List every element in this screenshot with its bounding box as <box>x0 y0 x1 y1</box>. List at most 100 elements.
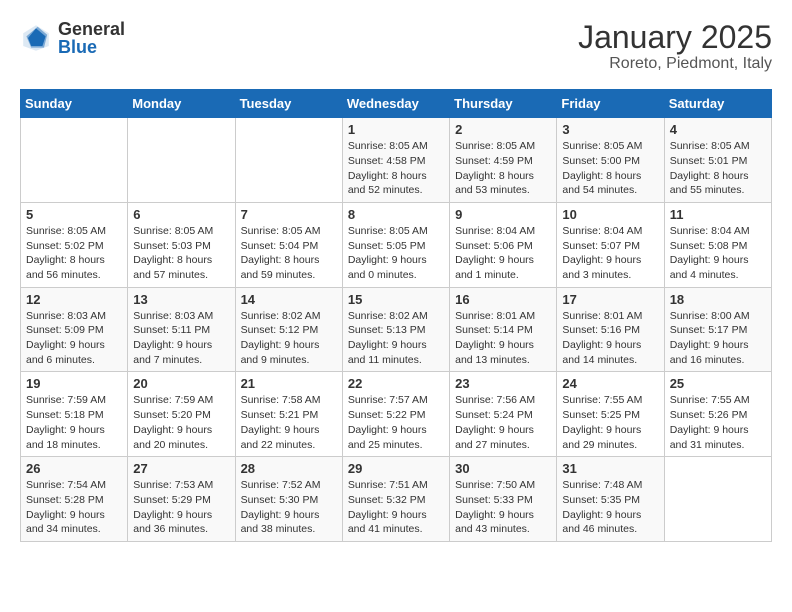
day-number: 31 <box>562 461 658 476</box>
day-info: Sunrise: 8:04 AM Sunset: 5:06 PM Dayligh… <box>455 224 551 283</box>
day-info: Sunrise: 7:58 AM Sunset: 5:21 PM Dayligh… <box>241 393 337 452</box>
day-number: 22 <box>348 376 444 391</box>
day-number: 27 <box>133 461 229 476</box>
logo-blue: Blue <box>58 38 125 56</box>
calendar-cell: 13 Sunrise: 8:03 AM Sunset: 5:11 PM Dayli… <box>128 287 235 372</box>
day-number: 5 <box>26 207 122 222</box>
calendar-cell: 1Sunrise: 8:05 AM Sunset: 4:58 PM Daylig… <box>342 118 449 203</box>
day-number: 7 <box>241 207 337 222</box>
calendar-cell: 15 Sunrise: 8:02 AM Sunset: 5:13 PM Dayli… <box>342 287 449 372</box>
day-number: 26 <box>26 461 122 476</box>
day-info: Sunrise: 8:01 AM Sunset: 5:14 PM Dayligh… <box>455 309 551 368</box>
day-info: Sunrise: 7:51 AM Sunset: 5:32 PM Dayligh… <box>348 478 444 537</box>
calendar-table: SundayMondayTuesdayWednesdayThursdayFrid… <box>20 89 772 542</box>
weekday-header-wednesday: Wednesday <box>342 90 449 118</box>
day-number: 17 <box>562 292 658 307</box>
day-info: Sunrise: 8:02 AM Sunset: 5:13 PM Dayligh… <box>348 309 444 368</box>
title-block: January 2025 Roreto, Piedmont, Italy <box>578 20 772 73</box>
weekday-header-thursday: Thursday <box>450 90 557 118</box>
calendar-body: 1Sunrise: 8:05 AM Sunset: 4:58 PM Daylig… <box>21 118 772 542</box>
day-number: 30 <box>455 461 551 476</box>
calendar-cell: 19 Sunrise: 7:59 AM Sunset: 5:18 PM Dayli… <box>21 372 128 457</box>
calendar-cell: 17 Sunrise: 8:01 AM Sunset: 5:16 PM Dayli… <box>557 287 664 372</box>
page-header: General Blue January 2025 Roreto, Piedmo… <box>20 20 772 73</box>
day-info: Sunrise: 8:05 AM Sunset: 5:05 PM Dayligh… <box>348 224 444 283</box>
day-number: 11 <box>670 207 766 222</box>
weekday-header-friday: Friday <box>557 90 664 118</box>
calendar-week-row: 19 Sunrise: 7:59 AM Sunset: 5:18 PM Dayli… <box>21 372 772 457</box>
day-info: Sunrise: 8:03 AM Sunset: 5:09 PM Dayligh… <box>26 309 122 368</box>
day-info: Sunrise: 7:54 AM Sunset: 5:28 PM Dayligh… <box>26 478 122 537</box>
calendar-cell: 26 Sunrise: 7:54 AM Sunset: 5:28 PM Dayli… <box>21 457 128 542</box>
calendar-cell: 21Sunrise: 7:58 AM Sunset: 5:21 PM Dayli… <box>235 372 342 457</box>
month-title: January 2025 <box>578 20 772 55</box>
day-number: 12 <box>26 292 122 307</box>
weekday-header-row: SundayMondayTuesdayWednesdayThursdayFrid… <box>21 90 772 118</box>
day-info: Sunrise: 7:55 AM Sunset: 5:25 PM Dayligh… <box>562 393 658 452</box>
calendar-week-row: 26 Sunrise: 7:54 AM Sunset: 5:28 PM Dayli… <box>21 457 772 542</box>
calendar-cell: 2Sunrise: 8:05 AM Sunset: 4:59 PM Daylig… <box>450 118 557 203</box>
calendar-cell <box>235 118 342 203</box>
day-info: Sunrise: 8:05 AM Sunset: 5:00 PM Dayligh… <box>562 139 658 198</box>
day-number: 23 <box>455 376 551 391</box>
calendar-cell: 7 Sunrise: 8:05 AM Sunset: 5:04 PM Daylig… <box>235 202 342 287</box>
calendar-cell: 8 Sunrise: 8:05 AM Sunset: 5:05 PM Daylig… <box>342 202 449 287</box>
day-info: Sunrise: 7:52 AM Sunset: 5:30 PM Dayligh… <box>241 478 337 537</box>
calendar-cell: 18 Sunrise: 8:00 AM Sunset: 5:17 PM Dayli… <box>664 287 771 372</box>
weekday-header-monday: Monday <box>128 90 235 118</box>
day-info: Sunrise: 8:00 AM Sunset: 5:17 PM Dayligh… <box>670 309 766 368</box>
day-number: 2 <box>455 122 551 137</box>
day-info: Sunrise: 7:59 AM Sunset: 5:18 PM Dayligh… <box>26 393 122 452</box>
day-number: 24 <box>562 376 658 391</box>
calendar-header: SundayMondayTuesdayWednesdayThursdayFrid… <box>21 90 772 118</box>
day-number: 6 <box>133 207 229 222</box>
day-info: Sunrise: 7:59 AM Sunset: 5:20 PM Dayligh… <box>133 393 229 452</box>
calendar-cell: 6Sunrise: 8:05 AM Sunset: 5:03 PM Daylig… <box>128 202 235 287</box>
day-number: 8 <box>348 207 444 222</box>
calendar-cell: 29Sunrise: 7:51 AM Sunset: 5:32 PM Dayli… <box>342 457 449 542</box>
calendar-cell: 9 Sunrise: 8:04 AM Sunset: 5:06 PM Daylig… <box>450 202 557 287</box>
calendar-cell <box>664 457 771 542</box>
day-info: Sunrise: 8:02 AM Sunset: 5:12 PM Dayligh… <box>241 309 337 368</box>
calendar-week-row: 5 Sunrise: 8:05 AM Sunset: 5:02 PM Daylig… <box>21 202 772 287</box>
day-info: Sunrise: 8:05 AM Sunset: 5:02 PM Dayligh… <box>26 224 122 283</box>
day-info: Sunrise: 7:50 AM Sunset: 5:33 PM Dayligh… <box>455 478 551 537</box>
logo-general: General <box>58 20 125 38</box>
day-number: 16 <box>455 292 551 307</box>
day-info: Sunrise: 7:56 AM Sunset: 5:24 PM Dayligh… <box>455 393 551 452</box>
day-info: Sunrise: 8:03 AM Sunset: 5:11 PM Dayligh… <box>133 309 229 368</box>
calendar-cell: 10Sunrise: 8:04 AM Sunset: 5:07 PM Dayli… <box>557 202 664 287</box>
calendar-cell: 4Sunrise: 8:05 AM Sunset: 5:01 PM Daylig… <box>664 118 771 203</box>
day-number: 13 <box>133 292 229 307</box>
day-info: Sunrise: 8:05 AM Sunset: 5:04 PM Dayligh… <box>241 224 337 283</box>
calendar-cell: 28 Sunrise: 7:52 AM Sunset: 5:30 PM Dayli… <box>235 457 342 542</box>
calendar-cell: 30 Sunrise: 7:50 AM Sunset: 5:33 PM Dayli… <box>450 457 557 542</box>
logo-text: General Blue <box>58 20 125 56</box>
day-number: 18 <box>670 292 766 307</box>
calendar-cell: 20Sunrise: 7:59 AM Sunset: 5:20 PM Dayli… <box>128 372 235 457</box>
calendar-week-row: 12 Sunrise: 8:03 AM Sunset: 5:09 PM Dayli… <box>21 287 772 372</box>
day-info: Sunrise: 8:04 AM Sunset: 5:07 PM Dayligh… <box>562 224 658 283</box>
weekday-header-tuesday: Tuesday <box>235 90 342 118</box>
day-number: 28 <box>241 461 337 476</box>
calendar-cell: 14Sunrise: 8:02 AM Sunset: 5:12 PM Dayli… <box>235 287 342 372</box>
calendar-cell: 12 Sunrise: 8:03 AM Sunset: 5:09 PM Dayli… <box>21 287 128 372</box>
day-number: 15 <box>348 292 444 307</box>
day-info: Sunrise: 7:55 AM Sunset: 5:26 PM Dayligh… <box>670 393 766 452</box>
calendar-cell: 3 Sunrise: 8:05 AM Sunset: 5:00 PM Daylig… <box>557 118 664 203</box>
day-number: 25 <box>670 376 766 391</box>
day-info: Sunrise: 7:48 AM Sunset: 5:35 PM Dayligh… <box>562 478 658 537</box>
logo-icon <box>20 22 52 54</box>
day-number: 19 <box>26 376 122 391</box>
calendar-cell: 11 Sunrise: 8:04 AM Sunset: 5:08 PM Dayli… <box>664 202 771 287</box>
day-number: 3 <box>562 122 658 137</box>
calendar-cell: 5 Sunrise: 8:05 AM Sunset: 5:02 PM Daylig… <box>21 202 128 287</box>
day-info: Sunrise: 7:53 AM Sunset: 5:29 PM Dayligh… <box>133 478 229 537</box>
calendar-cell <box>128 118 235 203</box>
day-info: Sunrise: 7:57 AM Sunset: 5:22 PM Dayligh… <box>348 393 444 452</box>
day-info: Sunrise: 8:04 AM Sunset: 5:08 PM Dayligh… <box>670 224 766 283</box>
day-number: 9 <box>455 207 551 222</box>
weekday-header-saturday: Saturday <box>664 90 771 118</box>
day-info: Sunrise: 8:01 AM Sunset: 5:16 PM Dayligh… <box>562 309 658 368</box>
calendar-cell <box>21 118 128 203</box>
